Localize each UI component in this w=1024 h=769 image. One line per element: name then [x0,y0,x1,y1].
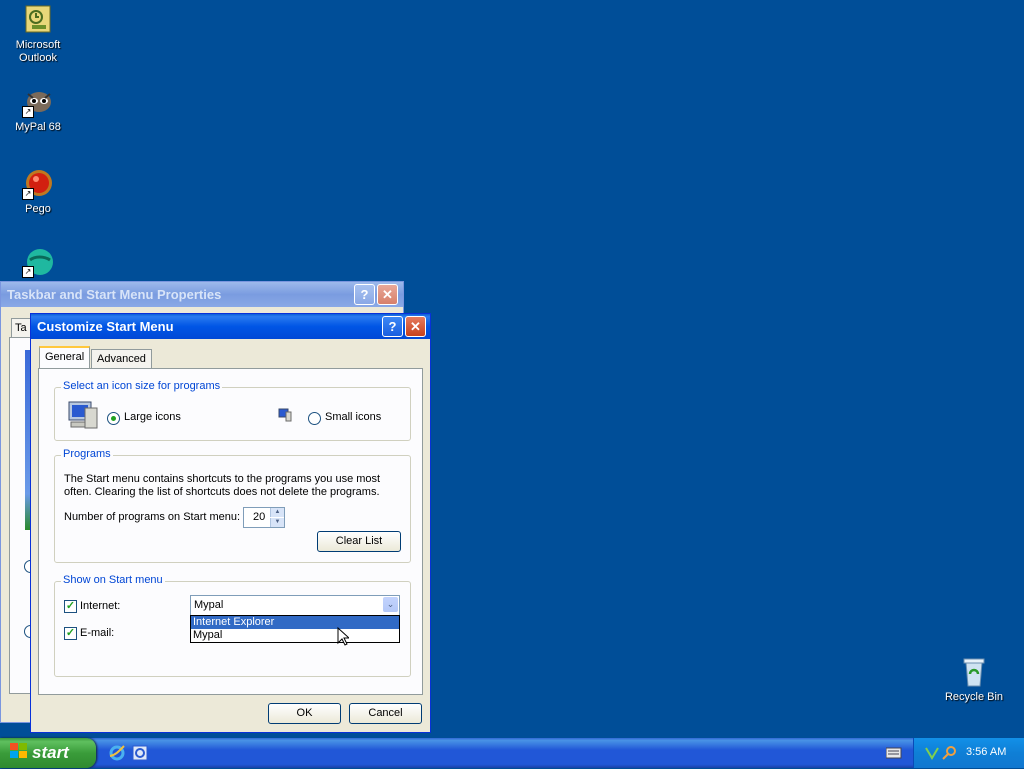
outlook-icon [22,4,54,36]
shortcut-arrow-icon: ↗ [22,106,34,118]
large-icons-computer-icon [67,400,99,433]
shortcut-arrow-icon: ↗ [22,266,34,278]
start-button[interactable]: start [0,738,96,768]
tab-general[interactable]: General [39,346,91,368]
customize-start-menu-dialog: Customize Start Menu ? ✕ General Advance… [30,313,431,733]
clear-list-button[interactable]: Clear List [317,531,401,552]
dropdown-option-mypal[interactable]: Mypal [191,629,399,642]
mouse-cursor-icon [337,626,351,649]
quick-launch-outlook-icon[interactable] [131,744,149,765]
group-label: Show on Start menu [61,574,165,586]
internet-browser-select[interactable]: Mypal ⌄ [190,595,400,616]
desktop-icon-label: Recycle Bin [944,691,1004,703]
email-label[interactable]: E-mail: [80,627,114,639]
start-label: start [32,743,69,762]
network-tray-icon[interactable] [924,745,940,764]
pego-icon: ↗ [22,168,54,200]
small-icons-computer-icon [278,408,292,425]
dialog-title: Customize Start Menu [37,319,174,334]
internet-label[interactable]: Internet: [80,600,120,612]
desktop-icon-pego[interactable]: ↗ Pego [0,168,76,216]
quick-launch-ie-icon[interactable] [108,744,126,765]
small-icons-radio[interactable] [308,412,321,425]
search-tray-icon[interactable] [942,745,958,764]
group-label: Programs [61,448,113,460]
mypal-icon: ↗ [22,86,54,118]
help-button[interactable]: ? [382,316,403,337]
desktop-icon-label: MyPal 68 [15,121,61,133]
window-titlebar[interactable]: Taskbar and Start Menu Properties ? ✕ [1,282,403,307]
programs-group: Programs The Start menu contains shortcu… [54,448,411,563]
recycle-bin-icon [958,656,990,688]
close-button[interactable]: ✕ [405,316,426,337]
tab-label: Ta [15,322,27,334]
internet-select-value: Mypal [194,599,224,611]
help-button[interactable]: ? [354,284,375,305]
keyboard-icon[interactable] [885,747,902,762]
chevron-down-icon[interactable]: ⌄ [383,597,398,612]
tab-advanced[interactable]: Advanced [91,349,152,368]
small-icons-label[interactable]: Small icons [325,411,381,423]
large-icons-label[interactable]: Large icons [124,411,181,423]
icon-size-group: Select an icon size for programs Large i… [54,380,411,441]
window-title: Taskbar and Start Menu Properties [7,287,222,302]
program-count-value[interactable]: 20 [253,511,265,523]
spin-up-button[interactable]: ▲ [270,508,284,517]
program-count-label: Number of programs on Start menu: [64,511,241,523]
cancel-button[interactable]: Cancel [349,703,422,724]
desktop-icon-label: Microsoft Outlook [15,39,61,64]
show-on-start-menu-group: Show on Start menu ✓ Internet: ✓ E-mail:… [54,574,411,677]
large-icons-radio[interactable] [107,412,120,425]
program-count-stepper[interactable]: 20 ▲ ▼ [243,507,285,528]
desktop-icon-mypal[interactable]: ↗ MyPal 68 [0,86,76,134]
system-tray: 3:56 AM [913,738,1024,768]
general-tab-panel: Select an icon size for programs Large i… [38,368,423,695]
taskbar: start 3:56 AM [0,738,1024,768]
ok-button[interactable]: OK [268,703,341,724]
internet-dropdown-list: Internet Explorer Mypal [190,615,400,643]
group-label: Select an icon size for programs [61,380,223,392]
spin-down-button[interactable]: ▼ [270,518,284,527]
dropdown-option-internet-explorer[interactable]: Internet Explorer [191,616,399,629]
tab-label: General [45,351,85,363]
desktop-icon-outlook[interactable]: Microsoft Outlook [0,4,76,65]
tab-label: Advanced [97,353,146,365]
clock[interactable]: 3:56 AM [966,746,1006,758]
desktop-icon-globe[interactable]: ↗ [0,246,76,281]
shortcut-arrow-icon: ↗ [22,188,34,200]
dialog-titlebar[interactable]: Customize Start Menu ? ✕ [31,314,430,339]
email-checkbox[interactable]: ✓ [64,627,77,640]
internet-checkbox[interactable]: ✓ [64,600,77,613]
windows-logo-icon [10,739,28,769]
close-button[interactable]: ✕ [377,284,398,305]
desktop-icon-label: Pego [25,203,51,215]
desktop-icon-recycle-bin[interactable]: Recycle Bin [936,656,1012,704]
programs-description: The Start menu contains shortcuts to the… [64,473,381,498]
globe-icon: ↗ [22,246,54,278]
